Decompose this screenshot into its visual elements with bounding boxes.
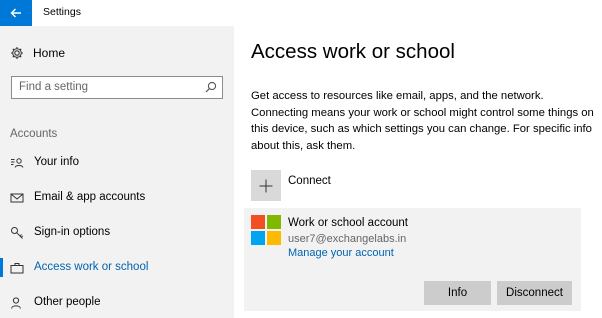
- plus-icon: [259, 179, 273, 192]
- info-button[interactable]: Info: [424, 281, 491, 305]
- connect-tile[interactable]: [251, 170, 281, 201]
- person-card-icon: [11, 158, 24, 168]
- page-description: Get access to resources like email, apps…: [251, 90, 594, 152]
- main-content: Access work or school Get access to reso…: [234, 26, 602, 318]
- connect-label: Connect: [288, 175, 331, 187]
- gear-icon: [11, 47, 23, 59]
- key-icon: [11, 227, 24, 239]
- sidebar-item-label: Other people: [34, 296, 101, 308]
- account-email: user7@exchangelabs.in: [288, 233, 407, 245]
- sidebar-item-other-people[interactable]: Other people: [0, 288, 234, 318]
- title-bar: Settings: [0, 0, 602, 26]
- envelope-icon: [10, 193, 24, 203]
- search-icon[interactable]: [205, 81, 217, 93]
- active-indicator: [0, 258, 3, 277]
- window-title: Settings: [43, 6, 81, 18]
- search-placeholder: Find a setting: [19, 81, 89, 93]
- home-nav-item[interactable]: Home: [0, 40, 234, 66]
- accounts-section-header: Accounts: [10, 128, 58, 140]
- sidebar-item-your-info[interactable]: Your info: [0, 148, 234, 178]
- back-button[interactable]: [0, 0, 32, 26]
- sidebar: Home Find a setting Accounts Your info E…: [0, 26, 234, 318]
- disconnect-button[interactable]: Disconnect: [497, 281, 572, 305]
- manage-account-link[interactable]: Manage your account: [288, 247, 394, 259]
- briefcase-icon: [10, 263, 24, 274]
- sidebar-item-sign-in-options[interactable]: Sign-in options: [0, 218, 234, 248]
- back-arrow-icon: [10, 8, 21, 18]
- sidebar-item-label: Email & app accounts: [34, 191, 146, 203]
- sidebar-item-label: Sign-in options: [34, 226, 111, 238]
- account-name: Work or school account: [288, 217, 408, 229]
- home-label: Home: [33, 46, 66, 60]
- person-add-icon: [11, 297, 21, 309]
- search-input[interactable]: Find a setting: [11, 76, 223, 99]
- sidebar-item-access-work-or-school[interactable]: Access work or school: [0, 253, 234, 283]
- work-account-card[interactable]: Work or school account user7@exchangelab…: [244, 208, 581, 311]
- microsoft-logo-icon: [251, 215, 281, 245]
- sidebar-item-label: Your info: [34, 156, 79, 168]
- sidebar-item-label: Access work or school: [34, 261, 149, 273]
- sidebar-item-email-app-accounts[interactable]: Email & app accounts: [0, 183, 234, 213]
- page-title: Access work or school: [251, 40, 455, 63]
